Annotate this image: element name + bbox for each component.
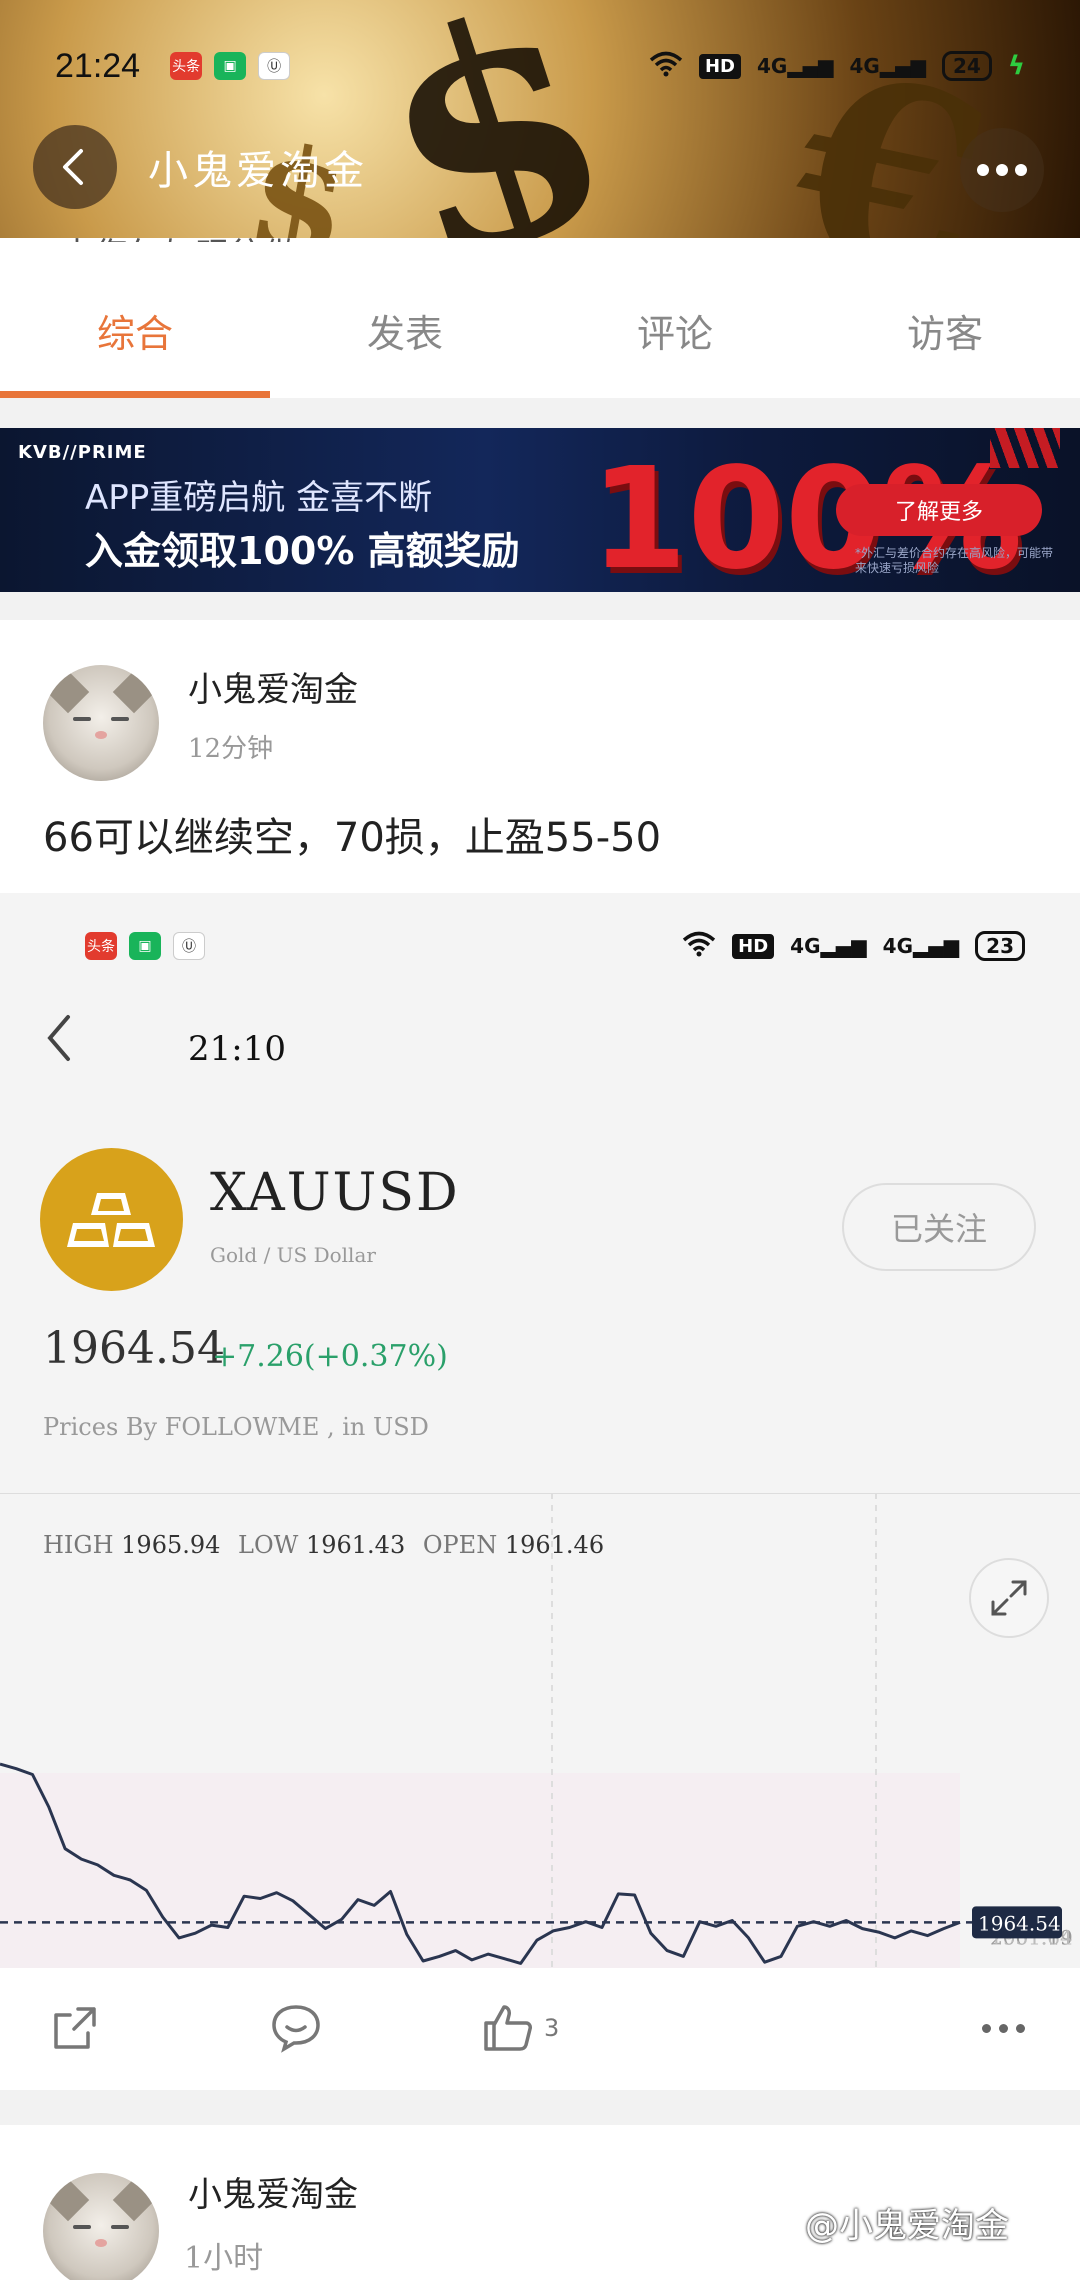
network-label-2: 4G (849, 54, 880, 78)
embedded-status-time: 21:10 (188, 1029, 286, 1069)
wifi-icon (682, 931, 716, 962)
signal-4g-icon-2: 4G▂▄▆ (882, 934, 960, 958)
charging-icon: ϟ (1007, 51, 1025, 81)
signal-4g-icon: 4G▂▄▆ (757, 54, 834, 78)
chevron-left-icon (63, 149, 83, 185)
signal-4g-icon-2: 4G▂▄▆ (849, 54, 927, 78)
avatar[interactable] (43, 2173, 159, 2280)
signal-4g-icon: 4G▂▄▆ (790, 934, 867, 958)
chart-band (0, 1773, 960, 1968)
symbol-description: Gold / US Dollar (210, 1243, 376, 1267)
comment-button[interactable] (270, 1998, 322, 2058)
high-label: HIGH (43, 1531, 114, 1559)
like-button[interactable]: 3 (482, 1998, 559, 2058)
gold-bars-icon (40, 1148, 183, 1291)
profile-header: $ € $ 21:24 头条 ▣ Ⓤ HD 4G▂▄▆ 4G▂▄▆ 24 ϟ 小… (0, 0, 1080, 238)
toutiao-app-icon: 头条 (85, 932, 117, 960)
more-dots-icon (977, 164, 989, 176)
profile-title: 小鬼爱淘金 (148, 148, 368, 194)
back-button[interactable] (33, 125, 117, 209)
low-label: LOW (238, 1531, 299, 1559)
more-button[interactable] (960, 128, 1044, 212)
price-change: +7.26(+0.37%) (212, 1339, 448, 1374)
current-price: 1964.54 (43, 1323, 225, 1374)
y-axis-label: 1964.54 (978, 1911, 1061, 1935)
toutiao-app-icon: 头条 (170, 52, 203, 80)
more-dots-icon (982, 2023, 1025, 2033)
network-label: 4G (757, 54, 788, 78)
low-value: 1961.43 (305, 1531, 406, 1559)
tab-overview[interactable]: 综合 (0, 238, 270, 398)
ad-disclaimer: *外汇与差价合约存在高风险，可能带来快速亏损风险 (855, 546, 1054, 575)
thumbs-up-icon (484, 2005, 532, 2051)
app-screen: $ € $ 21:24 头条 ▣ Ⓤ HD 4G▂▄▆ 4G▂▄▆ 24 ϟ 小… (0, 0, 1080, 2280)
ad-brand: KVB//PRIME (18, 442, 147, 463)
ad-stripe-decoration (990, 428, 1060, 468)
post-time: 1小时 (184, 2241, 264, 2276)
ad-learn-more-button[interactable]: 了解更多 (836, 484, 1042, 536)
battery-icon: 23 (975, 931, 1025, 961)
wifi-icon (649, 51, 683, 82)
symbol-name: XAUUSD (210, 1163, 460, 1223)
open-label: OPEN (422, 1531, 498, 1559)
post-author[interactable]: 小鬼爱淘金 (188, 662, 358, 711)
ad-headline: APP重磅启航 金喜不断 (85, 478, 433, 518)
more-options-button[interactable] (982, 1998, 1025, 2058)
app-notification-icon: ▣ (214, 52, 247, 80)
dollar-decoration: $ (340, 0, 649, 238)
battery-icon: 24 (942, 51, 992, 81)
shop-app-icon: Ⓤ (258, 52, 291, 80)
expand-chart-icon (969, 1558, 1049, 1638)
like-count: 3 (544, 2014, 560, 2042)
status-bar: 21:24 头条 ▣ Ⓤ HD 4G▂▄▆ 4G▂▄▆ 24 ϟ (0, 40, 1080, 92)
tab-visitors[interactable]: 访客 (810, 238, 1080, 398)
app-notification-icon: ▣ (129, 932, 161, 960)
tab-posts[interactable]: 发表 (270, 238, 540, 398)
profile-tabs: 去您年如现往做 综合 发表 评论 访客 (0, 236, 1080, 398)
embedded-status-bar: 21:10 头条 ▣ Ⓤ HD 4G▂▄▆ 4G▂▄▆ 23 (0, 921, 1080, 1069)
post-time: 12分钟 (188, 734, 274, 764)
network-label: 4G (790, 934, 821, 958)
shop-app-icon: Ⓤ (173, 932, 205, 960)
comment-icon (272, 2005, 320, 2053)
high-value: 1965.94 (121, 1531, 221, 1559)
share-icon (54, 2007, 96, 2049)
status-time: 21:24 (55, 46, 141, 85)
share-button[interactable] (50, 1998, 100, 2058)
open-value: 1961.46 (504, 1531, 605, 1559)
feed-post[interactable]: 小鬼爱淘金 12分钟 66可以继续空，70损，止盈55-50 21:10 头条 … (0, 620, 1080, 2090)
price-chart: 2001.191951.641964.54 (0, 1493, 1080, 1968)
hd-icon: HD (732, 933, 775, 959)
network-label-2: 4G (882, 934, 913, 958)
post-action-bar: 3 (0, 1968, 1080, 2090)
price-provider: Prices By FOLLOWME , in USD (43, 1413, 429, 1441)
post-text: 66可以继续空，70损，止盈55-50 (43, 815, 662, 861)
post-image[interactable]: 21:10 头条 ▣ Ⓤ HD 4G▂▄▆ 4G▂▄▆ 23 XAUUSD Go… (0, 893, 1080, 1968)
avatar[interactable] (43, 665, 159, 781)
ad-subline: 入金领取100% 高额奖励 (85, 529, 520, 573)
chevron-left-icon (47, 1015, 70, 1061)
ohlc-summary: HIGH 1965.94 LOW 1961.43 OPEN 1961.46 (43, 1531, 614, 1559)
ad-banner[interactable]: KVB//PRIME APP重磅启航 金喜不断 入金领取100% 高额奖励 10… (0, 428, 1080, 592)
tab-comments[interactable]: 评论 (540, 238, 810, 398)
following-button: 已关注 (842, 1183, 1036, 1271)
watermark: @小鬼爱淘金 (805, 2206, 1009, 2246)
post-author[interactable]: 小鬼爱淘金 (188, 2167, 358, 2216)
hd-icon: HD (698, 53, 741, 79)
